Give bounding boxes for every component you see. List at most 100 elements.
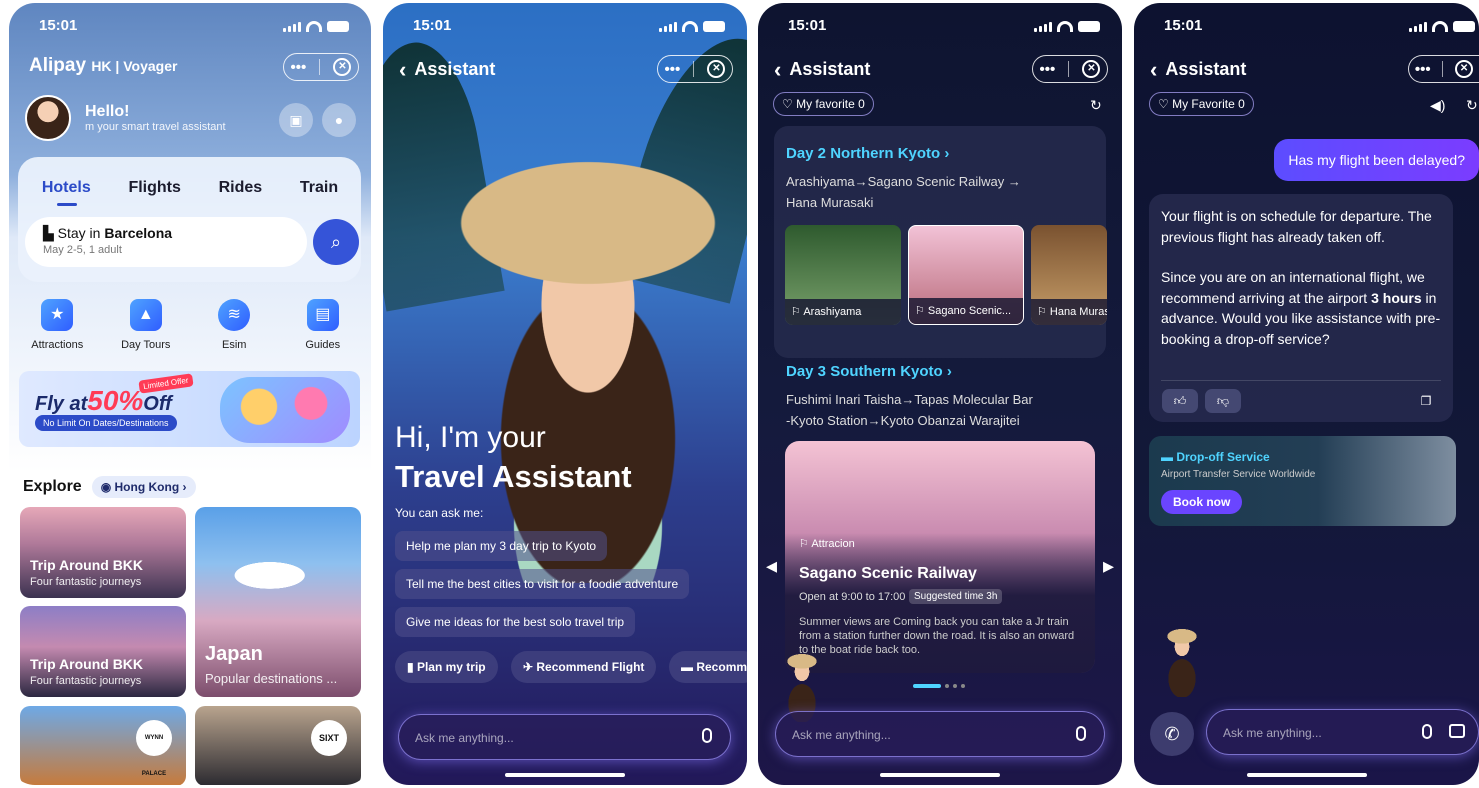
close-icon[interactable]: ✕ — [1082, 60, 1101, 78]
place-thumb[interactable]: ⚐ Hana Murasa — [1031, 225, 1107, 325]
ask-input[interactable]: Ask me anything... — [775, 711, 1105, 757]
phone-icon: ✆ — [1164, 724, 1180, 744]
miniapp-controls[interactable]: ••• ✕ — [657, 55, 733, 83]
car-icon: ▬ — [681, 660, 697, 674]
place-thumb[interactable]: ⚐ Arashiyama — [785, 225, 901, 325]
explore-card-japan[interactable]: Japan Popular destinations ... — [195, 507, 361, 697]
recommend-flight-chip[interactable]: ✈ Recommend Flight — [511, 651, 657, 683]
category-attractions[interactable]: ★ Attractions — [17, 299, 97, 351]
attraction-card[interactable]: ⚐ Attracion Sagano Scenic Railway Open a… — [785, 441, 1095, 673]
tab-rides[interactable]: Rides — [219, 179, 263, 197]
close-icon[interactable]: ✕ — [707, 60, 726, 78]
signal-icon — [659, 22, 677, 32]
back-icon[interactable]: ‹ — [399, 58, 406, 80]
tab-flights[interactable]: Flights — [128, 179, 180, 197]
place-label: ⚐ Sagano Scenic... — [909, 298, 1023, 324]
avatar[interactable] — [25, 95, 71, 141]
mic-icon[interactable] — [1422, 724, 1432, 739]
day2-title[interactable]: Day 2 Northern Kyoto › — [786, 145, 949, 162]
more-icon[interactable]: ••• — [665, 61, 681, 78]
hotel-search-field[interactable]: ▙ Stay in Barcelona May 2-5, 1 adult — [25, 217, 307, 267]
mic-icon[interactable] — [1076, 726, 1086, 741]
refresh-icon[interactable]: ↻ — [1090, 97, 1102, 114]
tab-hotels[interactable]: Hotels — [42, 179, 91, 197]
wifi-icon: ≋ — [218, 299, 251, 331]
welcome-line1: Hi, I'm your — [395, 421, 546, 454]
battery-icon — [1078, 21, 1100, 32]
search-details: May 2-5, 1 adult — [43, 244, 122, 256]
speaker-icon[interactable]: ◀) — [1430, 97, 1445, 114]
favorite-button[interactable]: ♡ My favorite 0 — [773, 92, 874, 116]
mic-icon[interactable] — [702, 728, 712, 743]
carousel-dots — [913, 684, 965, 688]
attraction-description: Summer views are Coming back you can tak… — [799, 616, 1075, 656]
day3-title[interactable]: Day 3 Southern Kyoto › — [786, 363, 952, 380]
assistant-avatar[interactable] — [1156, 623, 1208, 697]
promo-banner[interactable]: Fly at50%Off Limited Offer No Limit On D… — [19, 371, 360, 447]
category-day-tours[interactable]: ▲ Day Tours — [106, 299, 186, 351]
copy-icon[interactable]: ❐ — [1411, 389, 1441, 413]
place-label: ⚐ Arashiyama — [785, 299, 901, 325]
miniapp-controls[interactable]: ••• ✕ — [1408, 55, 1479, 83]
page-title: Assistant — [789, 59, 871, 79]
prev-arrow-icon[interactable]: ◂ — [766, 553, 777, 579]
explore-card[interactable]: Trip Around BKK Four fantastic journeys — [20, 507, 186, 598]
battery-icon — [1453, 21, 1475, 32]
wifi-icon — [306, 21, 322, 32]
search-icon: ⌕ — [330, 231, 342, 252]
refresh-icon[interactable]: ↻ — [1466, 97, 1478, 114]
car-rental-card[interactable]: SIXT — [195, 706, 361, 785]
more-icon[interactable]: ••• — [1415, 61, 1431, 78]
page-title: Assistant — [1165, 59, 1247, 79]
camera-icon[interactable] — [1449, 724, 1465, 738]
place-thumb-selected[interactable]: ⚐ Sagano Scenic... — [908, 225, 1024, 325]
greeting-subtitle: m your smart travel assistant — [85, 121, 226, 133]
favorite-button[interactable]: ♡ My Favorite 0 — [1149, 92, 1254, 116]
attraction-tag: ⚐ Attracion — [799, 538, 855, 550]
status-bar: 15:01 — [383, 17, 747, 37]
thumbs-down-icon[interactable]: 👎︎ — [1205, 389, 1241, 413]
close-icon[interactable]: ✕ — [1455, 60, 1474, 78]
search-button[interactable]: ⌕ — [313, 219, 359, 265]
tab-train[interactable]: Train — [300, 179, 338, 197]
ask-input[interactable]: Ask me anything... — [1206, 709, 1479, 755]
suggestion-button[interactable]: Give me ideas for the best solo travel t… — [395, 607, 636, 637]
chat-screen: 15:01 ‹ Assistant ••• ✕ ♡ My Favorite 0 ◀)… — [1134, 3, 1479, 785]
day3-route: Fushimi Inari Taisha→Tapas Molecular Bar… — [786, 392, 1033, 428]
luggage-icon: ▣ — [289, 111, 303, 128]
battery-icon — [703, 21, 725, 32]
recommend-chip[interactable]: ▬ Recomm — [669, 651, 747, 683]
next-arrow-icon[interactable]: ▸ — [1103, 553, 1114, 579]
suggestion-button[interactable]: Tell me the best cities to visit for a f… — [395, 569, 690, 599]
thumbs-up-icon[interactable]: 👍︎ — [1162, 389, 1198, 413]
booking-tabs: Hotels Flights Rides Train — [9, 179, 371, 197]
book-now-button[interactable]: Book now — [1161, 490, 1243, 514]
service-card[interactable]: ▬ Drop-off Service Airport Transfer Serv… — [1149, 436, 1456, 526]
reply-paragraph: Your flight is on schedule for departure… — [1161, 208, 1432, 245]
miniapp-controls[interactable]: ••• ✕ — [283, 53, 359, 81]
hotel-card[interactable]: WYNN PALACE — [20, 706, 186, 785]
close-icon[interactable]: ✕ — [333, 58, 352, 76]
category-guides[interactable]: ▤ Guides — [283, 299, 363, 351]
more-icon[interactable]: ••• — [291, 59, 307, 76]
profile-button[interactable]: ● — [322, 103, 356, 137]
home-indicator — [1246, 773, 1367, 777]
user-message: Has my flight been delayed? — [1274, 139, 1479, 181]
ask-input[interactable]: Ask me anything... — [398, 714, 731, 760]
more-icon[interactable]: ••• — [1040, 61, 1056, 78]
sixt-logo: SIXT — [311, 720, 347, 756]
miniapp-controls[interactable]: ••• ✕ — [1032, 55, 1108, 83]
status-bar: 15:01 — [9, 17, 371, 37]
plan-trip-chip[interactable]: ▮ Plan my trip — [395, 651, 498, 683]
luggage-button[interactable]: ▣ — [279, 103, 313, 137]
suggestion-button[interactable]: Help me plan my 3 day trip to Kyoto — [395, 531, 608, 561]
call-button[interactable]: ✆ — [1150, 712, 1194, 756]
service-subtitle: Airport Transfer Service Worldwide — [1161, 469, 1316, 480]
home-indicator — [505, 773, 625, 777]
location-selector[interactable]: ◉ Hong Kong › — [91, 476, 196, 498]
back-icon[interactable]: ‹ — [774, 58, 781, 80]
user-icon: ● — [334, 112, 344, 128]
explore-card[interactable]: Trip Around BKK Four fantastic journeys — [20, 606, 186, 697]
category-esim[interactable]: ≋ Esim — [194, 299, 274, 351]
back-icon[interactable]: ‹ — [1150, 58, 1157, 80]
